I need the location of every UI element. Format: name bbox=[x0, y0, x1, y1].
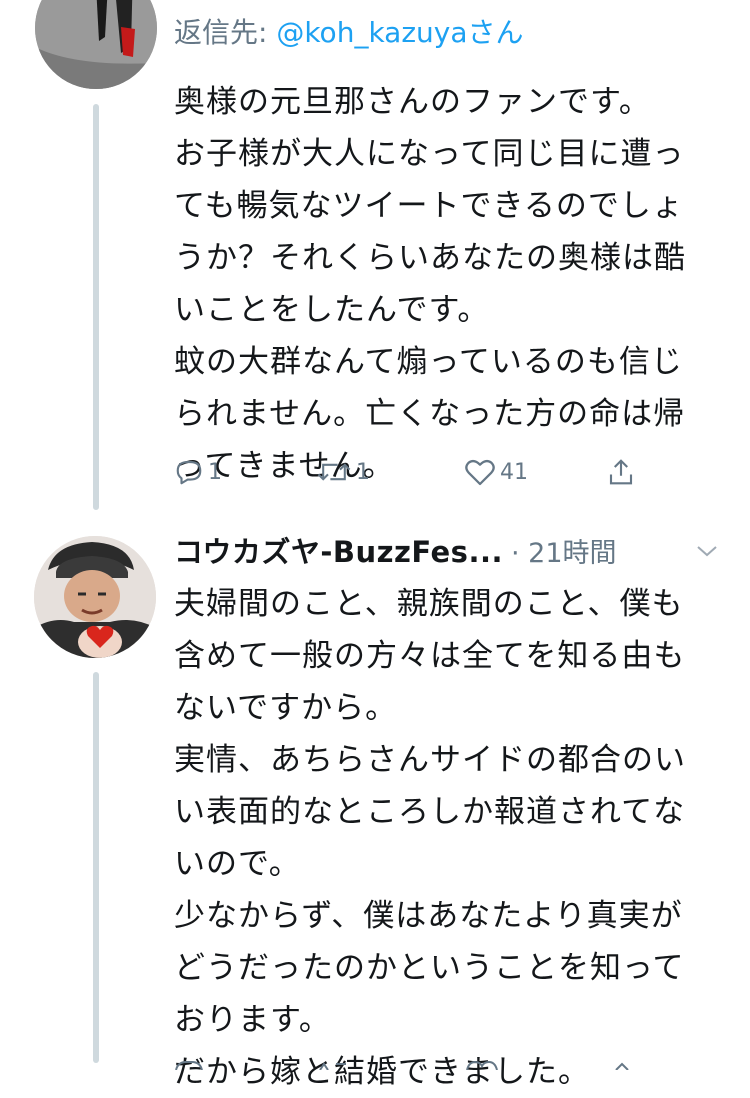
author-display-name[interactable]: コウカズヤ-BuzzFes... bbox=[174, 535, 503, 569]
retweet-icon bbox=[317, 463, 351, 481]
reply-mention-link[interactable]: @koh_kazuyaさん bbox=[276, 16, 523, 49]
tweet1-body: 奥様の元旦那さんのファンです。 お子様が大人になって同じ目に遭っ ても暢気なツイート… bbox=[174, 76, 726, 492]
tweet2-body: 夫婦間のこと、親族間のこと、僕も 含めて一般の方々は全てを知る由も ないですから。実… bbox=[174, 578, 726, 1098]
reply-prefix: 返信先: bbox=[174, 16, 277, 49]
tweet2-like-icon-peek bbox=[465, 1055, 499, 1074]
tweet1-text-line: うか？それくらいあなたの奥様は酷 bbox=[174, 240, 686, 276]
tweet2-text-line: おります。 bbox=[174, 1002, 331, 1038]
tweet1-text: 奥様の元旦那さんのファンです。 お子様が大人になって同じ目に遭っ ても暢気なツイート… bbox=[174, 76, 726, 492]
tweet2-text-line: どうだったのかということを知って bbox=[174, 950, 685, 986]
tweet2-text-line: ないですから。 bbox=[174, 690, 398, 726]
reply-count: 1 bbox=[208, 459, 222, 485]
retweet-count: 1 bbox=[356, 459, 370, 485]
reply-button[interactable]: 1 bbox=[174, 450, 222, 494]
share-button[interactable] bbox=[606, 450, 636, 494]
tweet1-actions: 1 1 41 bbox=[174, 450, 654, 494]
reply-icon bbox=[176, 460, 202, 485]
tweet2-text-line: 少なからず、僕はあなたより真実が bbox=[174, 898, 683, 934]
tweet1-text-line: られません。亡くなった方の命は帰 bbox=[174, 396, 686, 432]
heart-icon bbox=[465, 459, 495, 486]
avatar-replier[interactable] bbox=[35, 0, 157, 89]
tweet2-reply-icon-peek bbox=[174, 1055, 204, 1074]
share-icon bbox=[609, 459, 633, 485]
tweet2-text-line: 実情、あちらさんサイドの都合のい bbox=[174, 742, 686, 778]
avatar-replier-image bbox=[35, 0, 157, 89]
tweet2-text-line: いので。 bbox=[174, 846, 301, 882]
like-button[interactable]: 41 bbox=[464, 450, 528, 494]
thread-line-continuation bbox=[93, 672, 99, 1063]
tweet1-text-line: いことをしたんです。 bbox=[174, 292, 490, 328]
tweet2-share-icon-peek bbox=[607, 1055, 637, 1074]
tweet1-text-line: お子様が大人になって同じ目に遭っ bbox=[174, 136, 685, 172]
tweet2-text-line: だから嫁と結婚できました。 bbox=[174, 1054, 590, 1090]
retweet-button[interactable]: 1 bbox=[316, 450, 370, 494]
like-count: 41 bbox=[500, 459, 528, 485]
avatar-author-image bbox=[34, 536, 156, 658]
tweet2-retweet-icon-peek bbox=[316, 1055, 352, 1074]
tweet2-header: コウカズヤ-BuzzFes... · 21時間 bbox=[174, 530, 726, 574]
thread-line bbox=[93, 104, 99, 510]
chevron-down-icon[interactable] bbox=[694, 540, 720, 562]
tweet1-text-line: 蚊の大群なんて煽っているのも信じ bbox=[174, 344, 683, 380]
tweet2-text-line: 含めて一般の方々は全てを知る由も bbox=[174, 638, 686, 674]
avatar-author[interactable] bbox=[34, 536, 156, 658]
reply-to-label: 返信先: @koh_kazuyaさん bbox=[174, 12, 524, 54]
tweet2-text-line: 夫婦間のこと、親族間のこと、僕も bbox=[174, 586, 684, 622]
tweet2-text-line: い表面的なところしか報道されてな bbox=[174, 794, 686, 830]
tweet2-text: 夫婦間のこと、親族間のこと、僕も 含めて一般の方々は全てを知る由も ないですから。実… bbox=[174, 578, 726, 1098]
tweet1-text-line: ても暢気なツイートできるのでしょ bbox=[174, 188, 684, 224]
tweet-timestamp[interactable]: · 21時間 bbox=[511, 538, 617, 569]
tweet1-text-line: 奥様の元旦那さんのファンです。 bbox=[174, 84, 651, 120]
